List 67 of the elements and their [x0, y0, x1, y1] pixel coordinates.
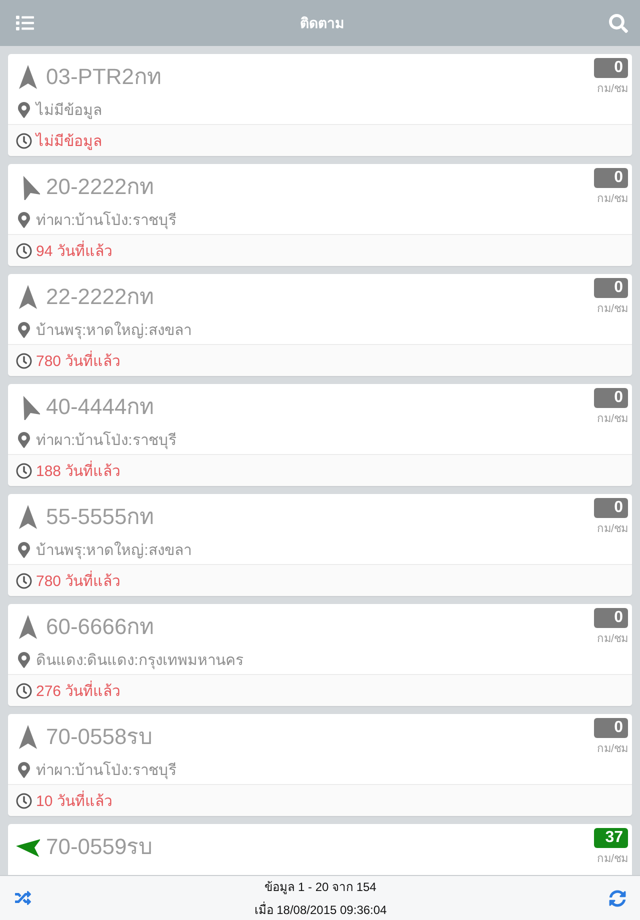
- location-text: ท่าผา:บ้านโป่ง:ราชบุรี: [36, 760, 176, 782]
- last-update-text: 276 วันที่แล้ว: [36, 680, 120, 702]
- clock-icon: [16, 352, 32, 368]
- speed-badge: 0: [594, 718, 628, 738]
- last-update-text: 10 วันที่แล้ว: [36, 790, 112, 812]
- clock-icon: [16, 572, 32, 588]
- vehicle-card[interactable]: 70-0558รบ 0 กม/ชม ท่าผา:บ้านโป่ง:ราชบุรี 10 วันที่แล้ว: [8, 714, 632, 816]
- map-pin-icon: [18, 102, 30, 118]
- page-title: ติดตาม: [300, 14, 344, 33]
- location-text: บ้านพรุ:หาดใหญ่:สงขลา: [36, 540, 192, 562]
- speed-unit: กม/ชม: [596, 742, 628, 757]
- map-pin-icon: [18, 542, 30, 558]
- plate-number: 70-0558รบ: [46, 723, 153, 751]
- menu-list-button[interactable]: [15, 14, 35, 32]
- plate-number: 03-PTR2กท: [46, 63, 162, 91]
- speed-badge: 0: [594, 58, 628, 78]
- location-text: บ้านพรุ:หาดใหญ่:สงขลา: [36, 320, 192, 342]
- location-text: ท่าผา:บ้านโป่ง:ราชบุรี: [36, 210, 176, 232]
- location-text: ดินแดง:ดินแดง:กรุงเทพมหานคร: [36, 651, 244, 672]
- plate-number: 70-0559รบ: [46, 833, 153, 861]
- map-pin-icon: [18, 212, 30, 228]
- speed-badge: 0: [594, 608, 628, 628]
- vehicle-card[interactable]: 55-5555กท 0 กม/ชม บ้านพรุ:หาดใหญ่:สงขลา 780 วันที่แล้ว: [8, 494, 632, 596]
- map-pin-icon: [18, 652, 30, 668]
- vehicle-card[interactable]: 70-0559รบ 37 กม/ชม: [8, 824, 632, 875]
- speed-unit: กม/ชม: [596, 852, 628, 867]
- last-update-text: 188 วันที่แล้ว: [36, 460, 120, 482]
- plate-number: 60-6666กท: [46, 613, 155, 641]
- clock-icon: [16, 462, 32, 478]
- map-pin-icon: [18, 322, 30, 338]
- refresh-button[interactable]: [609, 890, 626, 906]
- speed-unit: กม/ชม: [596, 412, 628, 427]
- vehicle-card[interactable]: 20-2222กท 0 กม/ชม ท่าผา:บ้านโป่ง:ราชบุรี 94 วันที่แล้ว: [8, 164, 632, 266]
- clock-icon: [16, 792, 32, 808]
- speed-unit: กม/ชม: [596, 522, 628, 537]
- clock-icon: [16, 682, 32, 698]
- last-update-text: 780 วันที่แล้ว: [36, 570, 120, 592]
- last-update-text: 780 วันที่แล้ว: [36, 350, 120, 372]
- speed-unit: กม/ชม: [596, 302, 628, 317]
- plate-number: 40-4444กท: [46, 393, 155, 421]
- map-pin-icon: [18, 762, 30, 778]
- vehicle-card[interactable]: 22-2222กท 0 กม/ชม บ้านพรุ:หาดใหญ่:สงขลา 780 วันที่แล้ว: [8, 274, 632, 376]
- map-pin-icon: [18, 432, 30, 448]
- speed-badge: 0: [594, 168, 628, 188]
- search-button[interactable]: [609, 14, 628, 32]
- last-update-text: 94 วันที่แล้ว: [36, 240, 112, 262]
- clock-icon: [16, 242, 32, 258]
- shuffle-button[interactable]: [14, 890, 32, 906]
- plate-number: 20-2222กท: [46, 173, 155, 201]
- clock-icon: [16, 132, 32, 148]
- speed-unit: กม/ชม: [596, 82, 628, 97]
- speed-badge: 0: [594, 278, 628, 298]
- last-update-text: ไม่มีข้อมูล: [36, 132, 102, 152]
- speed-badge: 0: [594, 388, 628, 408]
- updated-time-text: เมื่อ 18/08/2015 09:36:04: [254, 900, 387, 919]
- speed-unit: กม/ชม: [596, 192, 628, 207]
- vehicle-card[interactable]: 40-4444กท 0 กม/ชม ท่าผา:บ้านโป่ง:ราชบุรี 188 วันที่แล้ว: [8, 384, 632, 486]
- plate-number: 55-5555กท: [46, 503, 155, 531]
- vehicle-card[interactable]: 60-6666กท 0 กม/ชม ดินแดง:ดินแดง:กรุงเทพมหานคร 276 วันที่แล้ว: [8, 604, 632, 706]
- location-text: ท่าผา:บ้านโป่ง:ราชบุรี: [36, 430, 176, 452]
- record-range-text: ข้อมูล 1 - 20 จาก 154: [264, 879, 376, 896]
- plate-number: 22-2222กท: [46, 283, 155, 311]
- speed-badge: 0: [594, 498, 628, 518]
- vehicle-card[interactable]: 03-PTR2กท 0 กม/ชม ไม่มีข้อมูล ไม่มีข้อมูล: [8, 54, 632, 156]
- speed-unit: กม/ชม: [596, 632, 628, 647]
- speed-badge: 37: [594, 828, 628, 848]
- location-text: ไม่มีข้อมูล: [36, 100, 102, 121]
